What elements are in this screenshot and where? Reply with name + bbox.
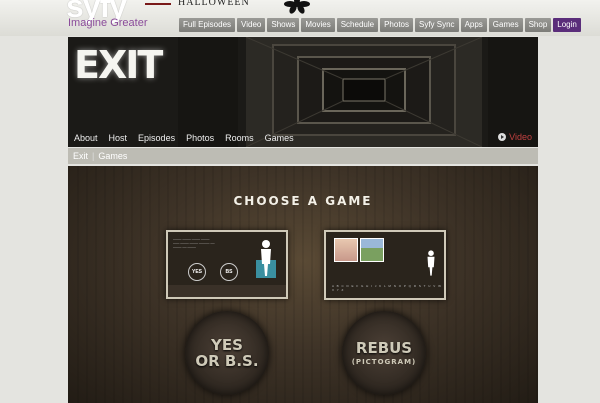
breadcrumb-separator: | [92, 151, 95, 161]
nav-apps[interactable]: Apps [460, 18, 487, 32]
show-title: EXIT [74, 43, 163, 87]
breadcrumb-exit[interactable]: Exit [73, 151, 88, 161]
login-button[interactable]: Login [553, 18, 581, 32]
show-menu-host[interactable]: Host [109, 133, 128, 143]
show-menu-photos[interactable]: Photos [186, 133, 214, 143]
site-tagline: Imagine Greater [68, 17, 148, 29]
show-menu-about[interactable]: About [74, 133, 98, 143]
top-navigation: Full Episodes Video Shows Movies Schedul… [179, 18, 581, 32]
rebus-thumbnail[interactable]: A B C D E F G H I J K L M N O P Q R S T … [324, 230, 446, 300]
nav-shop[interactable]: Shop [524, 18, 552, 32]
banner-video-link[interactable]: Video [498, 132, 532, 142]
nav-games[interactable]: Games [488, 18, 523, 32]
yes-or-bs-title-line2: OR B.S. [195, 352, 259, 370]
rebus-subtitle: (PICTOGRAM) [351, 358, 417, 366]
show-menu-games[interactable]: Games [265, 133, 294, 143]
nav-schedule[interactable]: Schedule [336, 18, 379, 32]
nav-full-episodes[interactable]: Full Episodes [179, 18, 236, 32]
nav-video[interactable]: Video [237, 18, 266, 32]
play-icon [498, 133, 507, 141]
show-menu: About Host Episodes Photos Rooms Games [74, 133, 305, 143]
nav-movies[interactable]: Movies [301, 18, 335, 32]
rebus-game-button[interactable]: REBUS (PICTOGRAM) [342, 311, 426, 395]
video-link-label: Video [509, 132, 532, 142]
yes-or-bs-thumbnail[interactable]: ──── ──── ──── ──── ─── ──── ──── ───── ─… [166, 230, 288, 299]
breadcrumb: Exit | Games [68, 148, 538, 164]
flower-icon [284, 0, 310, 14]
yes-or-bs-title-line1: YES [211, 336, 243, 354]
show-menu-episodes[interactable]: Episodes [138, 133, 175, 143]
bs-answer-button: BS [220, 263, 238, 281]
halloween-promo-label[interactable]: HALLOWEEN [178, 0, 250, 8]
nav-shows[interactable]: Shows [267, 18, 300, 32]
yes-or-bs-game-button[interactable]: YES OR B.S. [185, 311, 269, 395]
person-silhouette-icon [427, 250, 435, 276]
nav-photos[interactable]: Photos [380, 18, 413, 32]
thumbnail-question-text: ──── ──── ──── ──── ─── ──── ──── ───── ─… [173, 237, 215, 249]
baby-picture [334, 238, 358, 262]
site-header: syfy Imagine Greater HALLOWEEN Full Epis… [0, 0, 600, 36]
person-silhouette-icon [256, 240, 276, 278]
rebus-letter-keys: A B C D E F G H I J K L M N O P Q R S T … [332, 284, 442, 292]
nav-syfy-sync[interactable]: Syfy Sync [414, 18, 459, 32]
show-menu-rooms[interactable]: Rooms [225, 133, 254, 143]
games-panel: CHOOSE A GAME ──── ──── ──── ──── ─── ───… [68, 166, 538, 403]
thumbnail-footer [168, 285, 286, 297]
rebus-pictures [334, 238, 384, 262]
page-heading: CHOOSE A GAME [233, 194, 373, 208]
breadcrumb-games: Games [98, 151, 128, 161]
rebus-title: REBUS [355, 339, 413, 357]
show-banner: EXIT About Host Episodes Photos Rooms Ga… [68, 37, 538, 147]
landscape-picture [360, 238, 384, 262]
yes-answer-button: YES [188, 263, 206, 281]
